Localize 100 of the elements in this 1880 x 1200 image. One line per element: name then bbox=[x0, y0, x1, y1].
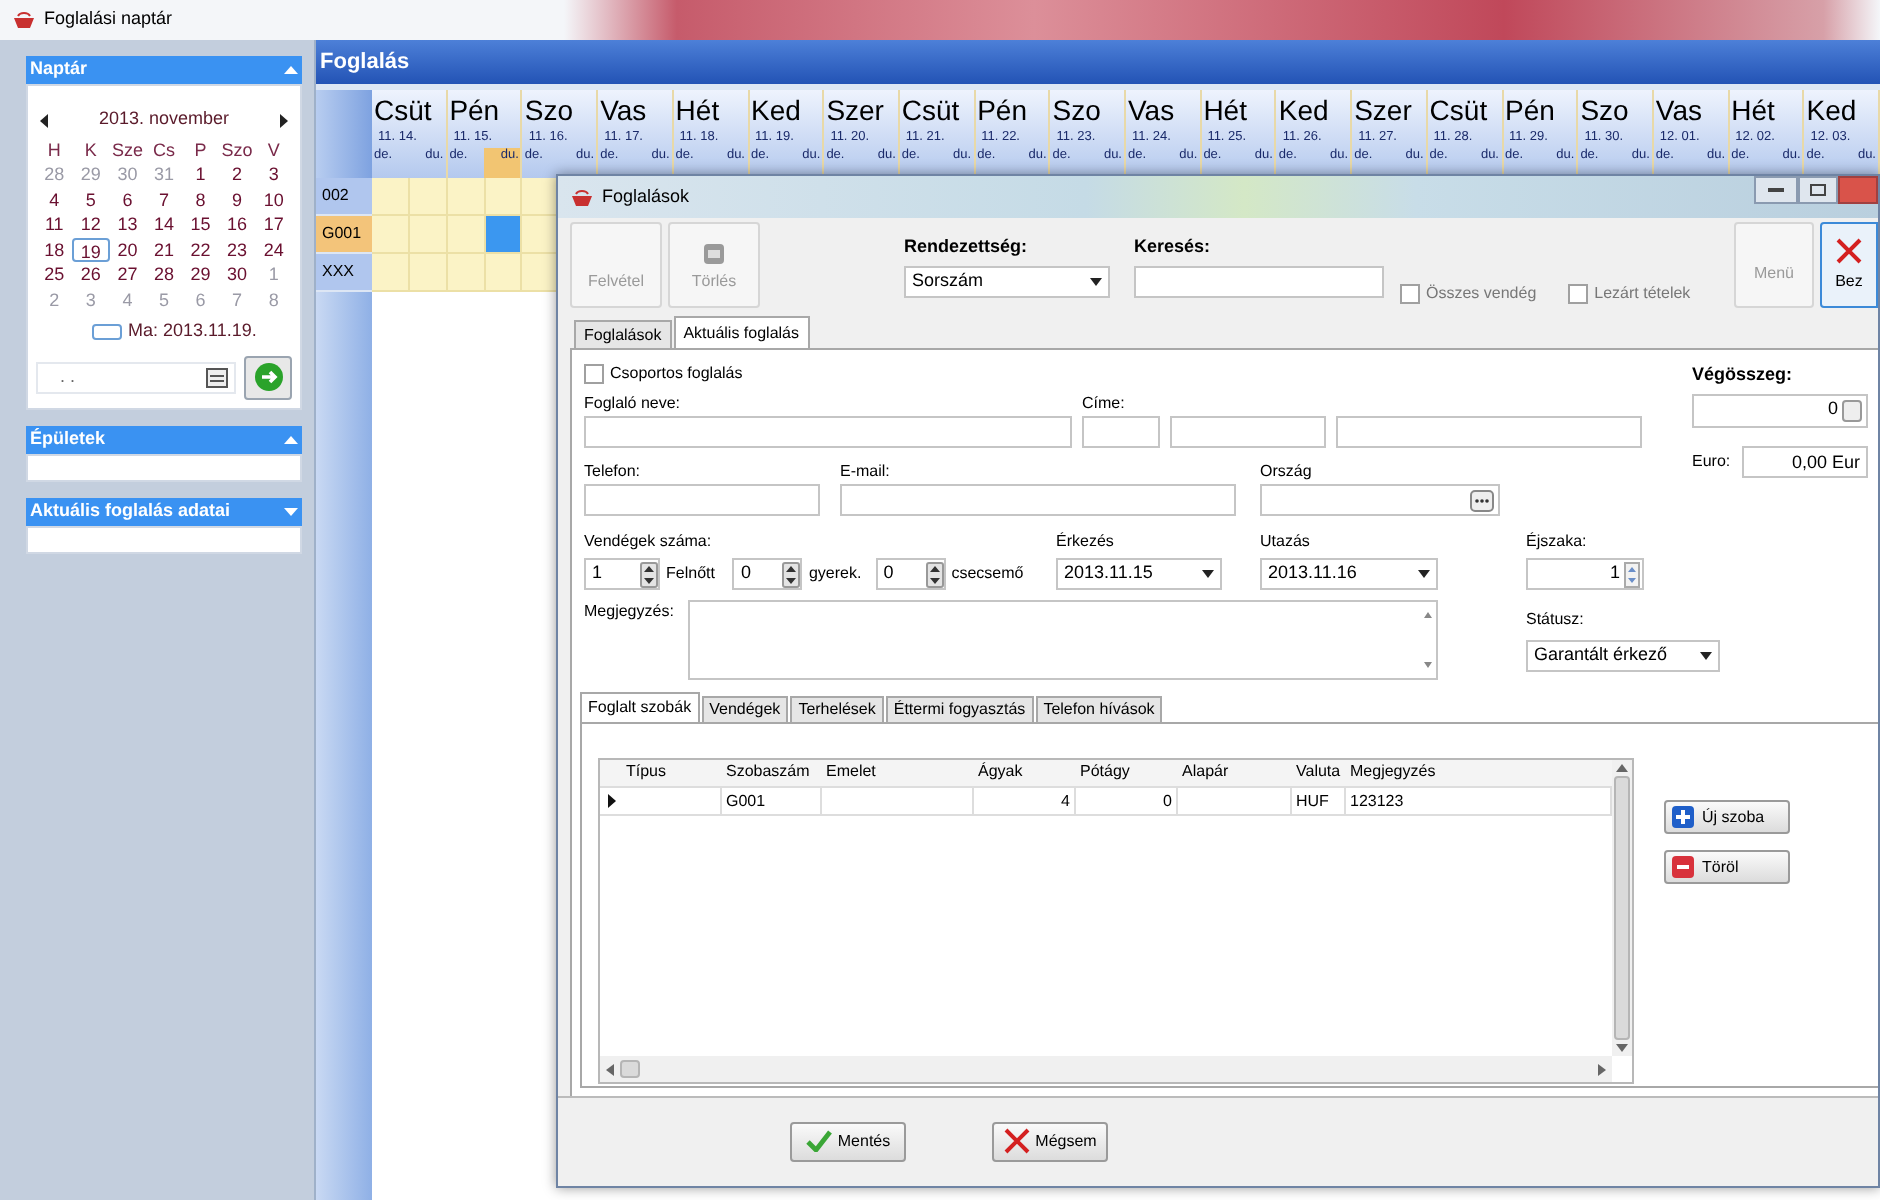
calendar-day[interactable]: 11 bbox=[36, 212, 73, 237]
calendar-day[interactable]: 15 bbox=[182, 212, 219, 237]
calendar-day[interactable]: 2 bbox=[218, 162, 256, 187]
spinner-field[interactable]: 0 bbox=[732, 558, 803, 590]
tab[interactable]: Telefon hívások bbox=[1035, 696, 1163, 722]
input-field[interactable] bbox=[1336, 416, 1642, 448]
calendar-day[interactable]: 17 bbox=[255, 212, 292, 237]
tab[interactable]: Foglalások bbox=[574, 320, 672, 348]
horizontal-scrollbar[interactable] bbox=[600, 1056, 1612, 1082]
previous-month-icon[interactable] bbox=[40, 113, 48, 127]
calendar-day[interactable]: 9 bbox=[218, 187, 256, 212]
grid-cell[interactable] bbox=[372, 178, 410, 216]
input-field[interactable] bbox=[584, 416, 1072, 448]
dropdown[interactable]: Sorszám bbox=[904, 265, 1110, 297]
spinner-field[interactable]: 1 bbox=[584, 558, 660, 590]
nights-field[interactable]: 1 bbox=[1526, 558, 1644, 590]
scroll-thumb[interactable] bbox=[1614, 776, 1630, 1040]
grid-cell[interactable] bbox=[447, 254, 486, 292]
tab[interactable]: Foglalt szobák bbox=[580, 692, 700, 722]
next-month-icon[interactable] bbox=[279, 113, 288, 127]
tab[interactable]: Vendégek bbox=[701, 696, 789, 722]
country-field[interactable] bbox=[1260, 484, 1500, 516]
column-header[interactable]: Valuta bbox=[1292, 760, 1346, 786]
input-field[interactable] bbox=[1082, 416, 1160, 448]
go-button[interactable] bbox=[244, 355, 292, 399]
grid-cell[interactable] bbox=[409, 254, 448, 292]
calendar-day[interactable]: 14 bbox=[145, 212, 183, 237]
dropdown[interactable]: Garantált érkező bbox=[1526, 640, 1720, 672]
calendar-day[interactable]: 8 bbox=[182, 187, 219, 212]
dropdown[interactable]: 2013.11.15 bbox=[1056, 558, 1222, 590]
input-field[interactable] bbox=[840, 484, 1236, 516]
cancel-button[interactable]: Mégsem bbox=[992, 1121, 1108, 1161]
tab[interactable]: Terhelések bbox=[790, 696, 884, 722]
scroll-left-icon[interactable] bbox=[606, 1063, 614, 1075]
search-field[interactable] bbox=[1134, 265, 1384, 297]
note-field[interactable] bbox=[688, 600, 1438, 680]
grid-cell[interactable] bbox=[409, 178, 448, 216]
total-field[interactable]: 0 bbox=[1692, 393, 1868, 427]
input-field[interactable] bbox=[1170, 416, 1326, 448]
spinner-field[interactable]: 0 bbox=[875, 558, 946, 590]
calendar-day[interactable]: 25 bbox=[36, 262, 73, 287]
grid-cell[interactable] bbox=[485, 254, 523, 292]
room-label[interactable]: XXX bbox=[316, 254, 372, 292]
close-dialog-button[interactable]: Bez bbox=[1820, 222, 1878, 308]
checkbox[interactable] bbox=[1400, 284, 1420, 304]
column-header[interactable]: Típus bbox=[622, 760, 722, 786]
scroll-down-icon[interactable] bbox=[1616, 1044, 1628, 1052]
booking-block[interactable] bbox=[485, 216, 523, 254]
column-header[interactable]: Ágyak bbox=[974, 760, 1076, 786]
column-header[interactable]: Szobaszám bbox=[722, 760, 822, 786]
room-label[interactable]: 002 bbox=[316, 178, 372, 216]
delete-room-button[interactable]: Töröl bbox=[1664, 850, 1790, 884]
calendar-day[interactable]: 5 bbox=[72, 187, 110, 212]
input-field[interactable] bbox=[584, 484, 820, 516]
calendar-day[interactable]: 29 bbox=[182, 262, 219, 287]
column-header[interactable]: Megjegyzés bbox=[1346, 760, 1612, 786]
calendar-day[interactable]: 1 bbox=[182, 162, 219, 187]
scroll-right-icon[interactable] bbox=[1598, 1063, 1606, 1075]
grid-cell[interactable] bbox=[409, 216, 448, 254]
room-label[interactable]: G001 bbox=[316, 216, 372, 254]
minimize-button[interactable] bbox=[1754, 176, 1798, 204]
calendar-day[interactable]: 26 bbox=[72, 262, 110, 287]
scroll-thumb[interactable] bbox=[620, 1060, 640, 1078]
calendar-day[interactable]: 6 bbox=[109, 187, 146, 212]
calendar-day[interactable]: 20 bbox=[109, 237, 146, 262]
field-button[interactable] bbox=[1842, 399, 1862, 421]
column-header[interactable]: Pótágy bbox=[1076, 760, 1178, 786]
calendar-day[interactable]: 24 bbox=[255, 237, 292, 262]
date-field[interactable]: . . bbox=[36, 361, 236, 393]
maximize-button[interactable] bbox=[1798, 176, 1838, 204]
euro-field[interactable]: 0,00 Eur bbox=[1742, 445, 1868, 477]
dropdown[interactable]: 2013.11.16 bbox=[1260, 558, 1438, 590]
calendar-day[interactable]: 7 bbox=[145, 187, 183, 212]
grid-cell[interactable] bbox=[372, 254, 410, 292]
grid-cell[interactable] bbox=[447, 178, 486, 216]
tab[interactable]: Aktuális foglalás bbox=[673, 316, 809, 348]
calendar-day[interactable]: 4 bbox=[36, 187, 73, 212]
vertical-scrollbar[interactable] bbox=[1612, 760, 1632, 1056]
calendar-day[interactable]: 30 bbox=[218, 262, 256, 287]
scroll-up-icon[interactable] bbox=[1616, 764, 1628, 772]
calendar-day[interactable]: 19 bbox=[72, 237, 110, 262]
calendar-day[interactable]: 23 bbox=[218, 237, 256, 262]
calendar-day[interactable]: 27 bbox=[109, 262, 146, 287]
grid-cell[interactable] bbox=[372, 216, 410, 254]
calendar-day[interactable]: 13 bbox=[109, 212, 146, 237]
calendar-day[interactable]: 12 bbox=[72, 212, 110, 237]
calendar-day[interactable]: 3 bbox=[255, 162, 292, 187]
grid-cell[interactable] bbox=[485, 178, 523, 216]
calendar-day[interactable]: 18 bbox=[36, 237, 73, 262]
checkbox[interactable] bbox=[1568, 284, 1589, 304]
calendar-day[interactable]: 28 bbox=[145, 262, 183, 287]
grid-cell[interactable] bbox=[447, 216, 486, 254]
tab[interactable]: Éttermi fogyasztás bbox=[885, 696, 1034, 722]
calendar-day[interactable]: 21 bbox=[145, 237, 183, 262]
calendar-day[interactable]: 16 bbox=[218, 212, 256, 237]
column-header[interactable]: Alapár bbox=[1178, 760, 1292, 786]
column-header[interactable]: Emelet bbox=[822, 760, 974, 786]
save-button[interactable]: Mentés bbox=[790, 1121, 906, 1161]
checkbox[interactable] bbox=[584, 364, 604, 384]
calendar-day[interactable]: 22 bbox=[182, 237, 219, 262]
